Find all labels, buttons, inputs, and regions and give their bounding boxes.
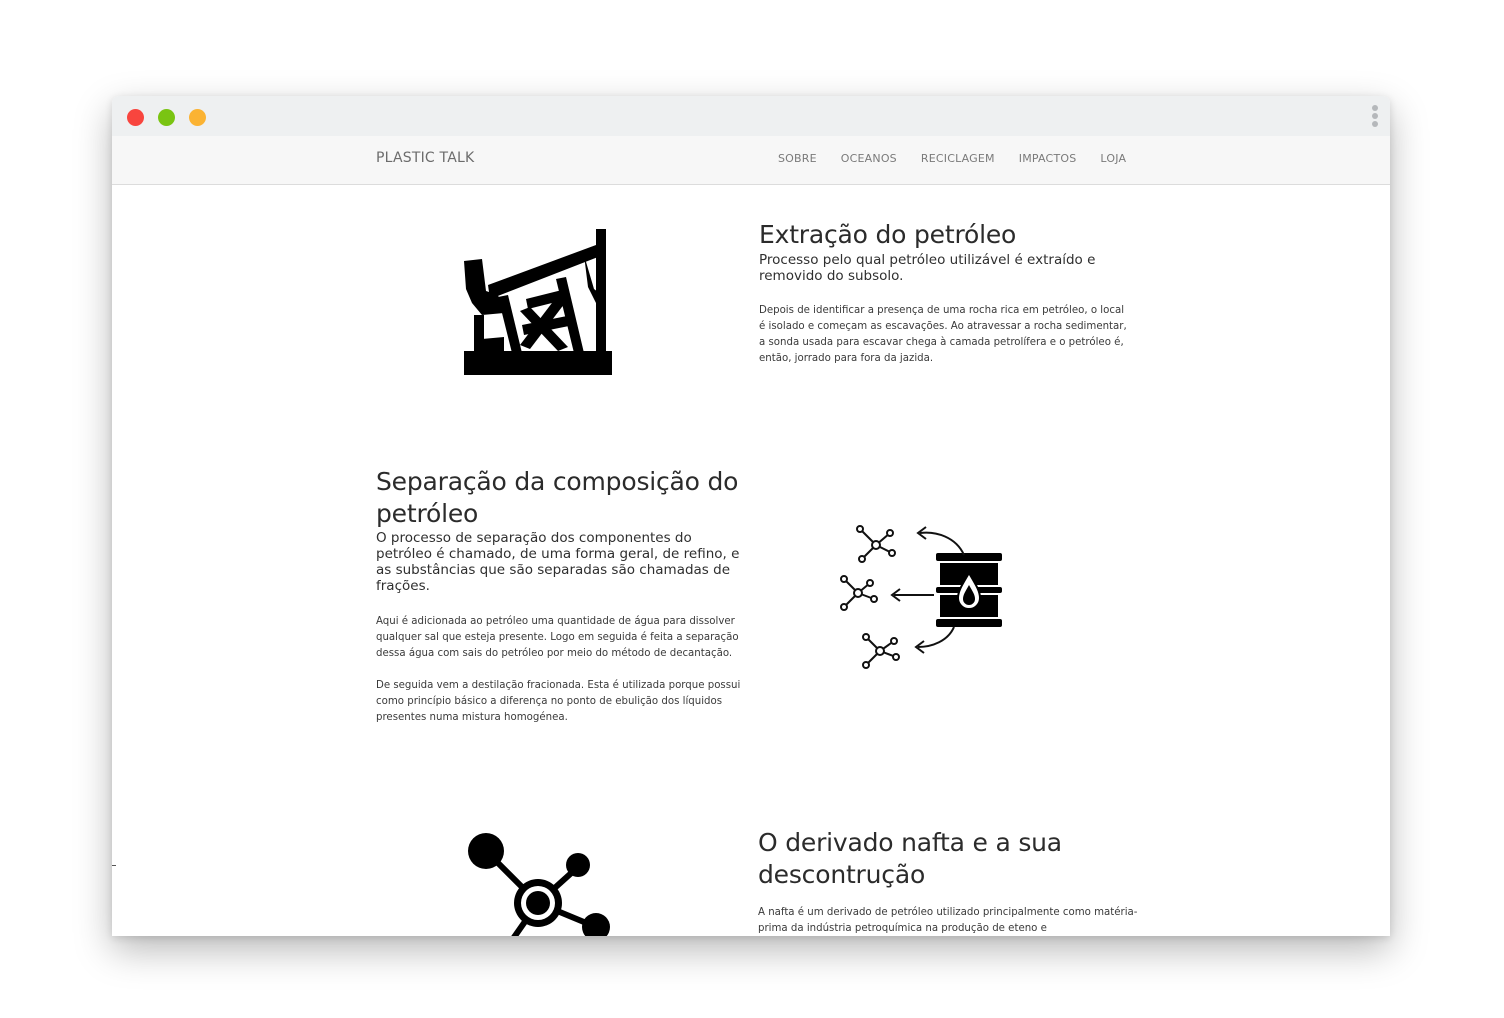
nav-links: SOBRE OCEANOS RECICLAGEM IMPACTOS LOJA [778, 152, 1126, 165]
nav-link-oceanos[interactable]: OCEANOS [841, 152, 897, 165]
section-title: Extração do petróleo [759, 220, 1017, 249]
site-brand[interactable]: PLASTIC TALK [376, 150, 474, 166]
section-nafta: O derivado nafta e a sua descontrução A … [758, 827, 1138, 936]
browser-window: PLASTIC TALK SOBRE OCEANOS RECICLAGEM IM… [112, 96, 1390, 936]
window-titlebar [112, 96, 1390, 136]
maximize-window-button[interactable] [158, 109, 175, 126]
nav-link-sobre[interactable]: SOBRE [778, 152, 817, 165]
section-lead: Processo pelo qual petróleo utilizável é… [759, 252, 1096, 284]
close-window-button[interactable] [127, 109, 144, 126]
divider-mark [112, 865, 116, 866]
section-title: O derivado nafta e a sua descontrução [758, 828, 1062, 889]
section-paragraph: De seguida vem a destilação fracionada. … [376, 680, 741, 723]
page-content: Extração do petróleo Processo pelo qual … [112, 185, 1390, 936]
section-paragraph: Depois de identificar a presença de uma … [759, 305, 1127, 364]
molecule-icon [466, 831, 614, 936]
minimize-window-button[interactable] [189, 109, 206, 126]
section-lead: O processo de separação dos componentes … [376, 530, 740, 594]
site-navbar: PLASTIC TALK SOBRE OCEANOS RECICLAGEM IM… [112, 136, 1390, 185]
section-paragraph: Aqui é adicionada ao petróleo uma quanti… [376, 616, 739, 659]
nav-link-reciclagem[interactable]: RECICLAGEM [921, 152, 995, 165]
oil-barrel-molecules-icon [836, 523, 1006, 673]
section-paragraph: A nafta é um derivado de petróleo utiliz… [758, 907, 1138, 934]
section-title: Separação da composição do petróleo [376, 467, 739, 528]
oil-pumpjack-icon [464, 229, 612, 375]
section-separacao: Separação da composição do petróleo O pr… [376, 466, 742, 726]
section-extracao: Extração do petróleo Processo pelo qual … [759, 219, 1129, 367]
nav-link-impactos[interactable]: IMPACTOS [1019, 152, 1077, 165]
nav-link-loja[interactable]: LOJA [1100, 152, 1126, 165]
kebab-menu-icon[interactable] [1370, 105, 1380, 131]
